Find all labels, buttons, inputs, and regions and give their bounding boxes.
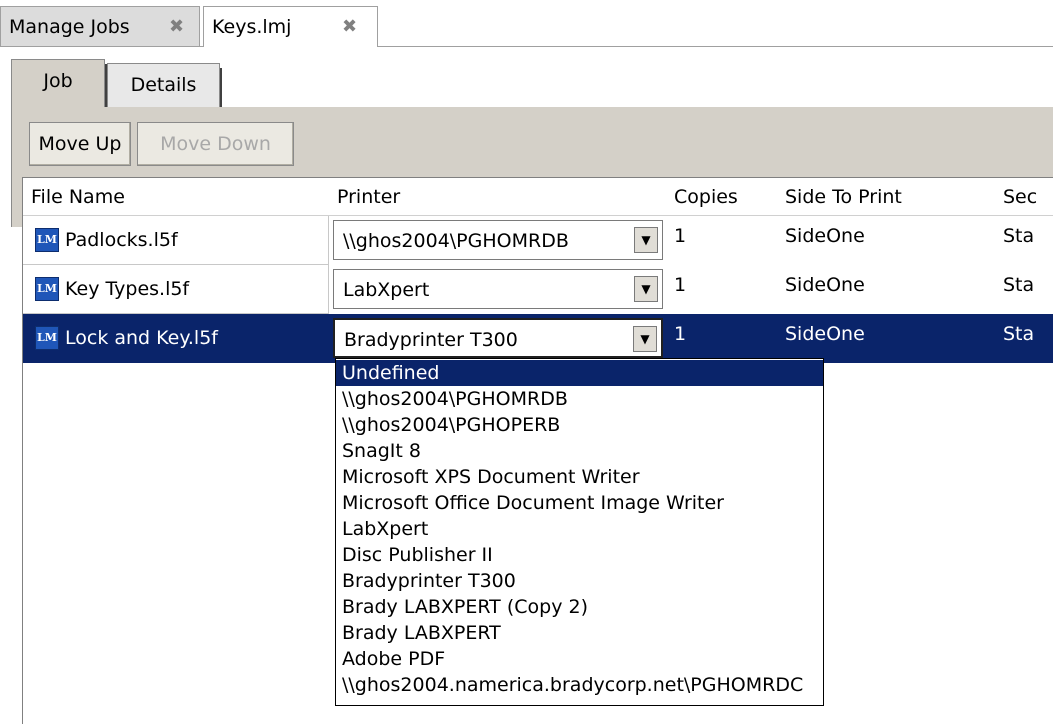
side-to-print-value: SideOne	[785, 323, 865, 345]
copies-cell[interactable]: 1	[666, 314, 777, 363]
dropdown-option[interactable]: Microsoft XPS Document Writer	[336, 464, 823, 490]
column-header-printer[interactable]: Printer	[329, 178, 666, 216]
copies-value: 1	[674, 323, 687, 345]
dropdown-option[interactable]: Disc Publisher II	[336, 542, 823, 568]
printer-cell[interactable]: \\ghos2004\PGHOMRDB ▼	[329, 216, 666, 265]
tab-divider	[378, 46, 1053, 47]
printer-select[interactable]: \\ghos2004\PGHOMRDB ▼	[333, 220, 663, 260]
copies-value: 1	[674, 225, 687, 247]
tab-divider	[0, 46, 203, 47]
printer-cell[interactable]: LabXpert ▼	[329, 265, 666, 314]
side-to-print-cell[interactable]: SideOne	[777, 265, 995, 314]
chevron-down-icon[interactable]: ▼	[633, 326, 657, 352]
document-tab-bar: Manage Jobs ✖ Keys.lmj ✖	[0, 0, 1053, 47]
table-row[interactable]: LM Key Types.l5f LabXpert ▼ 1 SideOne St…	[23, 265, 1053, 314]
printer-cell[interactable]: Bradyprinter T300 ▼	[329, 314, 666, 363]
column-header-file-name[interactable]: File Name	[23, 178, 329, 216]
dropdown-option[interactable]: Brady LABXPERT (Copy 2)	[336, 594, 823, 620]
file-name: Key Types.l5f	[65, 278, 190, 300]
close-icon[interactable]: ✖	[342, 7, 357, 47]
chevron-down-icon[interactable]: ▼	[634, 276, 658, 302]
table-row-selected[interactable]: LM Lock and Key.l5f Bradyprinter T300 ▼ …	[23, 314, 1053, 363]
side-to-print-cell[interactable]: SideOne	[777, 216, 995, 265]
printer-select-value: \\ghos2004\PGHOMRDB	[343, 230, 569, 252]
copies-cell[interactable]: 1	[666, 216, 777, 265]
sec-cell[interactable]: Sta	[995, 216, 1053, 265]
chevron-down-icon[interactable]: ▼	[634, 227, 658, 253]
copies-value: 1	[674, 274, 687, 296]
dropdown-option[interactable]: \\ghos2004\PGHOMRDB	[336, 386, 823, 412]
side-to-print-value: SideOne	[785, 274, 865, 296]
dropdown-option[interactable]: Adobe PDF	[336, 646, 823, 672]
copies-cell[interactable]: 1	[666, 265, 777, 314]
sec-value: Sta	[1003, 323, 1035, 345]
dropdown-option[interactable]: SnagIt 8	[336, 438, 823, 464]
column-header-sec[interactable]: Sec	[995, 178, 1053, 216]
tab-keys-lmj-label: Keys.lmj	[212, 16, 292, 38]
lm-file-icon: LM	[35, 277, 59, 301]
panel-tab-strip: Job Details	[11, 57, 1053, 109]
file-name-cell[interactable]: LM Lock and Key.l5f	[23, 314, 329, 363]
tab-manage-jobs-label: Manage Jobs	[9, 16, 130, 38]
sec-value: Sta	[1003, 274, 1035, 296]
dropdown-option[interactable]: Brady LABXPERT	[336, 620, 823, 646]
move-up-button[interactable]: Move Up	[29, 122, 131, 166]
tab-job[interactable]: Job	[11, 59, 107, 109]
printer-select[interactable]: LabXpert ▼	[333, 269, 663, 309]
file-name-cell[interactable]: LM Key Types.l5f	[23, 265, 329, 314]
file-name-cell[interactable]: LM Padlocks.l5f	[23, 216, 329, 265]
dropdown-option[interactable]: Bradyprinter T300	[336, 568, 823, 594]
lm-file-icon: LM	[35, 228, 59, 252]
side-to-print-cell[interactable]: SideOne	[777, 314, 995, 363]
sec-cell[interactable]: Sta	[995, 314, 1053, 363]
lm-file-icon: LM	[35, 326, 59, 350]
printer-select-value: Bradyprinter T300	[344, 329, 518, 351]
file-name: Lock and Key.l5f	[65, 327, 218, 349]
tab-keys-lmj[interactable]: Keys.lmj ✖	[203, 6, 378, 47]
dropdown-option[interactable]: \\ghos2004.namerica.bradycorp.net\PGHOMR…	[336, 672, 823, 698]
column-header-side-to-print[interactable]: Side To Print	[777, 178, 995, 216]
dropdown-option[interactable]: \\ghos2004\PGHOPERB	[336, 412, 823, 438]
move-down-button[interactable]: Move Down	[137, 122, 294, 166]
file-name: Padlocks.l5f	[65, 229, 178, 251]
sec-value: Sta	[1003, 225, 1035, 247]
dropdown-option[interactable]: LabXpert	[336, 516, 823, 542]
printer-select-value: LabXpert	[343, 279, 430, 301]
dropdown-option[interactable]: Undefined	[336, 360, 823, 386]
printer-select[interactable]: Bradyprinter T300 ▼	[333, 318, 663, 358]
column-header-copies[interactable]: Copies	[666, 178, 777, 216]
printer-dropdown-list: Undefined \\ghos2004\PGHOMRDB \\ghos2004…	[335, 358, 824, 706]
close-icon[interactable]: ✖	[169, 7, 184, 47]
tab-details[interactable]: Details	[107, 63, 222, 107]
table-row[interactable]: LM Padlocks.l5f \\ghos2004\PGHOMRDB ▼ 1 …	[23, 216, 1053, 265]
sec-cell[interactable]: Sta	[995, 265, 1053, 314]
dropdown-option[interactable]: Microsoft Office Document Image Writer	[336, 490, 823, 516]
side-to-print-value: SideOne	[785, 225, 865, 247]
tab-manage-jobs[interactable]: Manage Jobs ✖	[0, 6, 200, 46]
